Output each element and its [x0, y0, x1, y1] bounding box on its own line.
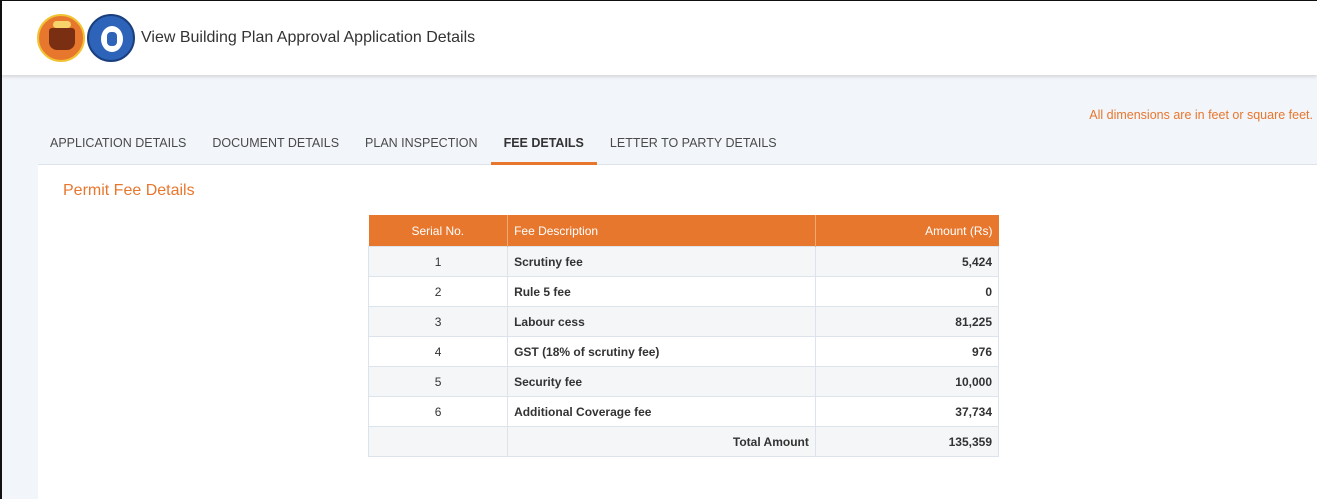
- cell-description: Scrutiny fee: [507, 246, 816, 277]
- table-row: 3 Labour cess 81,225: [367, 306, 1000, 337]
- cell-description: GST (18% of scrutiny fee): [507, 336, 816, 367]
- cell-serial: 1: [367, 246, 509, 277]
- total-label: Total Amount: [507, 426, 816, 457]
- dimensions-note: All dimensions are in feet or square fee…: [1089, 108, 1313, 122]
- cell-serial: 6: [367, 396, 509, 427]
- page-title: View Building Plan Approval Application …: [141, 29, 476, 46]
- total-row: Total Amount 135,359: [367, 426, 1000, 457]
- cell-serial: 4: [367, 336, 509, 367]
- panel-title: Permit Fee Details: [63, 182, 195, 199]
- cell-description: Security fee: [507, 366, 816, 397]
- cell-amount: 5,424: [814, 246, 1000, 277]
- municipal-corporation-logo-icon: [87, 14, 135, 62]
- fee-table: Serial No. Fee Description Amount (Rs) 1…: [367, 215, 1000, 457]
- total-amount: 135,359: [814, 426, 1000, 457]
- cell-amount: 0: [814, 276, 1000, 307]
- cell-amount: 81,225: [814, 306, 1000, 337]
- table-row: 6 Additional Coverage fee 37,734: [367, 396, 1000, 427]
- cell-serial: 3: [367, 306, 509, 337]
- table-header-row: Serial No. Fee Description Amount (Rs): [368, 215, 999, 247]
- table-row: 1 Scrutiny fee 5,424: [367, 246, 1000, 277]
- header-serial-no: Serial No.: [368, 215, 509, 247]
- cell-amount: 10,000: [814, 366, 1000, 397]
- cell-amount: 976: [814, 336, 1000, 367]
- table-row: 2 Rule 5 fee 0: [367, 276, 1000, 307]
- cell-serial-empty: [367, 426, 509, 457]
- cell-amount: 37,734: [814, 396, 1000, 427]
- table-row: 4 GST (18% of scrutiny fee) 976: [367, 336, 1000, 367]
- header-fee-description: Fee Description: [507, 215, 816, 247]
- tab-document-details[interactable]: DOCUMENT DETAILS: [199, 128, 352, 164]
- cell-description: Additional Coverage fee: [507, 396, 816, 427]
- tab-bar: APPLICATION DETAILS DOCUMENT DETAILS PLA…: [38, 128, 1317, 165]
- tab-fee-details[interactable]: FEE DETAILS: [490, 128, 598, 165]
- cell-serial: 2: [367, 276, 509, 307]
- header-amount: Amount (Rs): [815, 215, 999, 247]
- cell-serial: 5: [367, 366, 509, 397]
- tab-plan-inspection[interactable]: PLAN INSPECTION: [352, 128, 491, 164]
- tab-application-details[interactable]: APPLICATION DETAILS: [38, 128, 199, 164]
- state-emblem-icon: [37, 14, 85, 62]
- page-header: View Building Plan Approval Application …: [2, 1, 1317, 75]
- fee-details-panel: Permit Fee Details Serial No. Fee Descri…: [38, 165, 1317, 499]
- tab-letter-to-party-details[interactable]: LETTER TO PARTY DETAILS: [597, 128, 790, 164]
- table-row: 5 Security fee 10,000: [367, 366, 1000, 397]
- cell-description: Labour cess: [507, 306, 816, 337]
- cell-description: Rule 5 fee: [507, 276, 816, 307]
